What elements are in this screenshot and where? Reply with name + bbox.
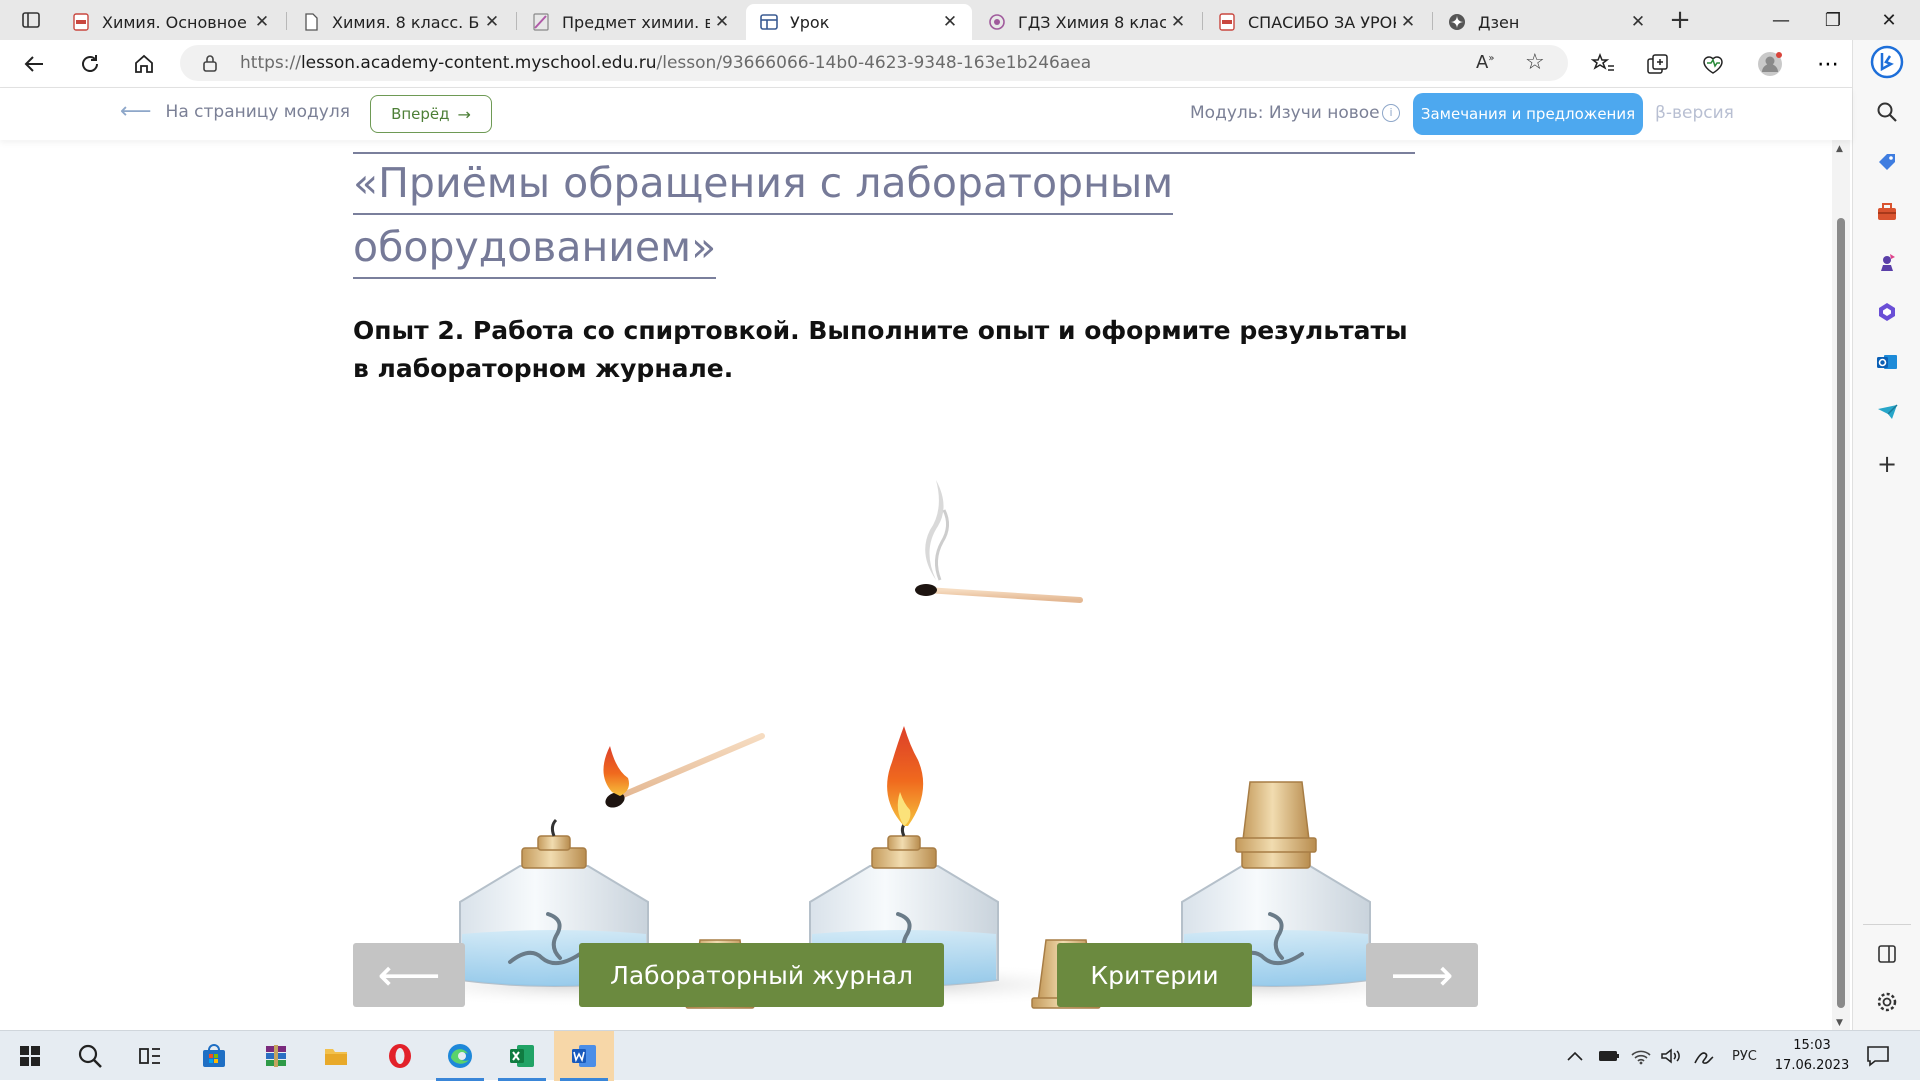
next-slide-button[interactable]: ⟶ (1366, 943, 1478, 1007)
file-explorer-icon[interactable] (306, 1031, 366, 1081)
burning-match (603, 733, 765, 808)
new-tab-button[interactable]: + (1665, 6, 1695, 36)
tab-subject-chemistry[interactable]: Предмет химии. вещ ✕ (518, 4, 744, 40)
notifications-icon[interactable] (1866, 1031, 1890, 1081)
previous-slide-button[interactable]: ⟵ (353, 943, 465, 1007)
forward-button[interactable]: Вперёд → (370, 95, 492, 133)
tab-chemistry-8[interactable]: Химия. 8 класс. Базов ✕ (288, 4, 514, 40)
add-sidebar-app-icon[interactable]: + (1873, 450, 1901, 478)
sidebar-settings-gear-icon[interactable] (1873, 988, 1901, 1016)
read-aloud-icon[interactable]: A» (1476, 52, 1494, 73)
pdf-icon (1218, 13, 1236, 31)
microsoft-365-icon[interactable] (1873, 298, 1901, 326)
criteria-button[interactable]: Критерии (1057, 943, 1252, 1007)
experiment-task: Опыт 2. Работа со спиртовкой. Выполните … (353, 316, 1408, 383)
lesson-heading-line-1: «Приёмы обращения с лабораторным (353, 156, 1174, 215)
favorite-star-icon[interactable]: ☆ (1525, 50, 1545, 75)
gdz-icon (988, 13, 1006, 31)
clock[interactable]: 15:03 17.06.2023 (1772, 1036, 1852, 1076)
opera-icon[interactable] (370, 1031, 430, 1081)
beta-version-label[interactable]: β-версия (1655, 103, 1734, 123)
tab-lesson[interactable]: Урок ✕ (746, 4, 972, 40)
edge-icon[interactable] (430, 1031, 490, 1081)
windows-taskbar: РУС 15:03 17.06.2023 (0, 1030, 1920, 1081)
close-tab-icon[interactable]: ✕ (938, 12, 962, 32)
winrar-icon[interactable] (246, 1031, 306, 1081)
edge-sidebar: + (1852, 40, 1920, 1030)
back-to-module-link[interactable]: ⟵ На страницу модуля (120, 99, 350, 124)
games-icon[interactable] (1873, 248, 1901, 276)
dzen-icon (1448, 13, 1466, 31)
search-icon[interactable] (1873, 98, 1901, 126)
close-tab-icon[interactable]: ✕ (250, 12, 274, 32)
pdf-icon (72, 13, 90, 31)
site-header: ⟵ На страницу модуля Вперёд → Модуль: Из… (0, 88, 1852, 140)
tab-dzen[interactable]: Дзен ✕ (1434, 4, 1660, 40)
lesson-heading-line-2: оборудованием» (353, 220, 717, 279)
task-view-icon[interactable] (120, 1031, 180, 1081)
tab-chemistry-basic[interactable]: Химия. Основное об ✕ (58, 4, 284, 40)
more-options-icon[interactable]: ⋯ (1813, 49, 1843, 79)
search-icon[interactable] (60, 1031, 120, 1081)
extinguished-match (915, 480, 1083, 603)
scrollbar-thumb[interactable] (1837, 218, 1845, 1008)
word-icon[interactable] (554, 1031, 614, 1081)
excel-icon[interactable] (492, 1031, 552, 1081)
feedback-button[interactable]: Замечания и предложения (1413, 93, 1643, 135)
lock-icon[interactable] (202, 54, 218, 76)
hide-sidebar-icon[interactable] (1873, 940, 1901, 968)
lesson-content: «Приёмы обращения с лабораторным оборудо… (0, 140, 1832, 1030)
scroll-down-icon[interactable]: ▼ (1836, 1018, 1843, 1028)
back-icon[interactable] (18, 49, 50, 79)
start-icon[interactable] (0, 1031, 60, 1081)
tab-strip: Химия. Основное об ✕ Химия. 8 класс. Баз… (0, 0, 1920, 40)
close-tab-icon[interactable]: ✕ (710, 12, 734, 32)
show-hidden-icons[interactable] (1566, 1031, 1584, 1081)
info-icon[interactable]: i (1382, 104, 1400, 122)
spirit-lamp-illustration (370, 480, 1450, 1009)
store-icon[interactable] (184, 1031, 244, 1081)
close-tab-icon[interactable]: ✕ (480, 12, 504, 32)
close-tab-icon[interactable]: ✕ (1626, 12, 1650, 32)
page-icon (532, 13, 550, 31)
drop-icon[interactable] (1873, 398, 1901, 426)
arrow-left-icon: ⟵ (120, 99, 152, 124)
close-tab-icon[interactable]: ✕ (1396, 12, 1420, 32)
arrow-right-icon: → (457, 104, 471, 124)
lab-journal-button[interactable]: Лабораторный журнал (579, 943, 944, 1007)
profile-avatar-icon[interactable] (1755, 49, 1785, 79)
pen-icon[interactable] (1692, 1031, 1716, 1081)
lesson-icon (760, 13, 778, 31)
address-bar[interactable]: https://lesson.academy-content.myschool.… (180, 45, 1568, 81)
close-tab-icon[interactable]: ✕ (1166, 12, 1190, 32)
page-scrollbar[interactable]: ▲ ▼ (1832, 140, 1850, 1030)
browser-essentials-icon[interactable] (1698, 49, 1728, 79)
shopping-tag-icon[interactable] (1873, 148, 1901, 176)
collections-icon[interactable] (1643, 49, 1673, 79)
document-icon (302, 13, 320, 31)
heading-top-rule (353, 152, 1415, 154)
close-window-button[interactable]: ✕ (1858, 0, 1920, 40)
tab-actions-icon[interactable] (14, 8, 48, 32)
favorites-icon[interactable] (1588, 49, 1618, 79)
restore-button[interactable]: ❐ (1802, 0, 1864, 40)
tab-gdz[interactable]: ГДЗ Химия 8 класс ра ✕ (974, 4, 1200, 40)
volume-icon[interactable] (1660, 1031, 1682, 1081)
home-icon[interactable] (128, 49, 160, 79)
bing-chat-icon[interactable] (1869, 44, 1905, 80)
tools-icon[interactable] (1873, 198, 1901, 226)
address-toolbar: https://lesson.academy-content.myschool.… (0, 40, 1920, 88)
module-label: Модуль: Изучи новое (1190, 103, 1380, 123)
url-text[interactable]: https://lesson.academy-content.myschool.… (240, 53, 1091, 73)
refresh-icon[interactable] (74, 49, 106, 79)
scroll-up-icon[interactable]: ▲ (1836, 144, 1843, 154)
wifi-icon[interactable] (1630, 1031, 1652, 1081)
outlook-icon[interactable] (1873, 348, 1901, 376)
language-indicator[interactable]: РУС (1732, 1031, 1757, 1081)
battery-icon[interactable] (1598, 1031, 1620, 1081)
tab-thanks[interactable]: СПАСИБО ЗА УРОК!- ✕ (1204, 4, 1430, 40)
